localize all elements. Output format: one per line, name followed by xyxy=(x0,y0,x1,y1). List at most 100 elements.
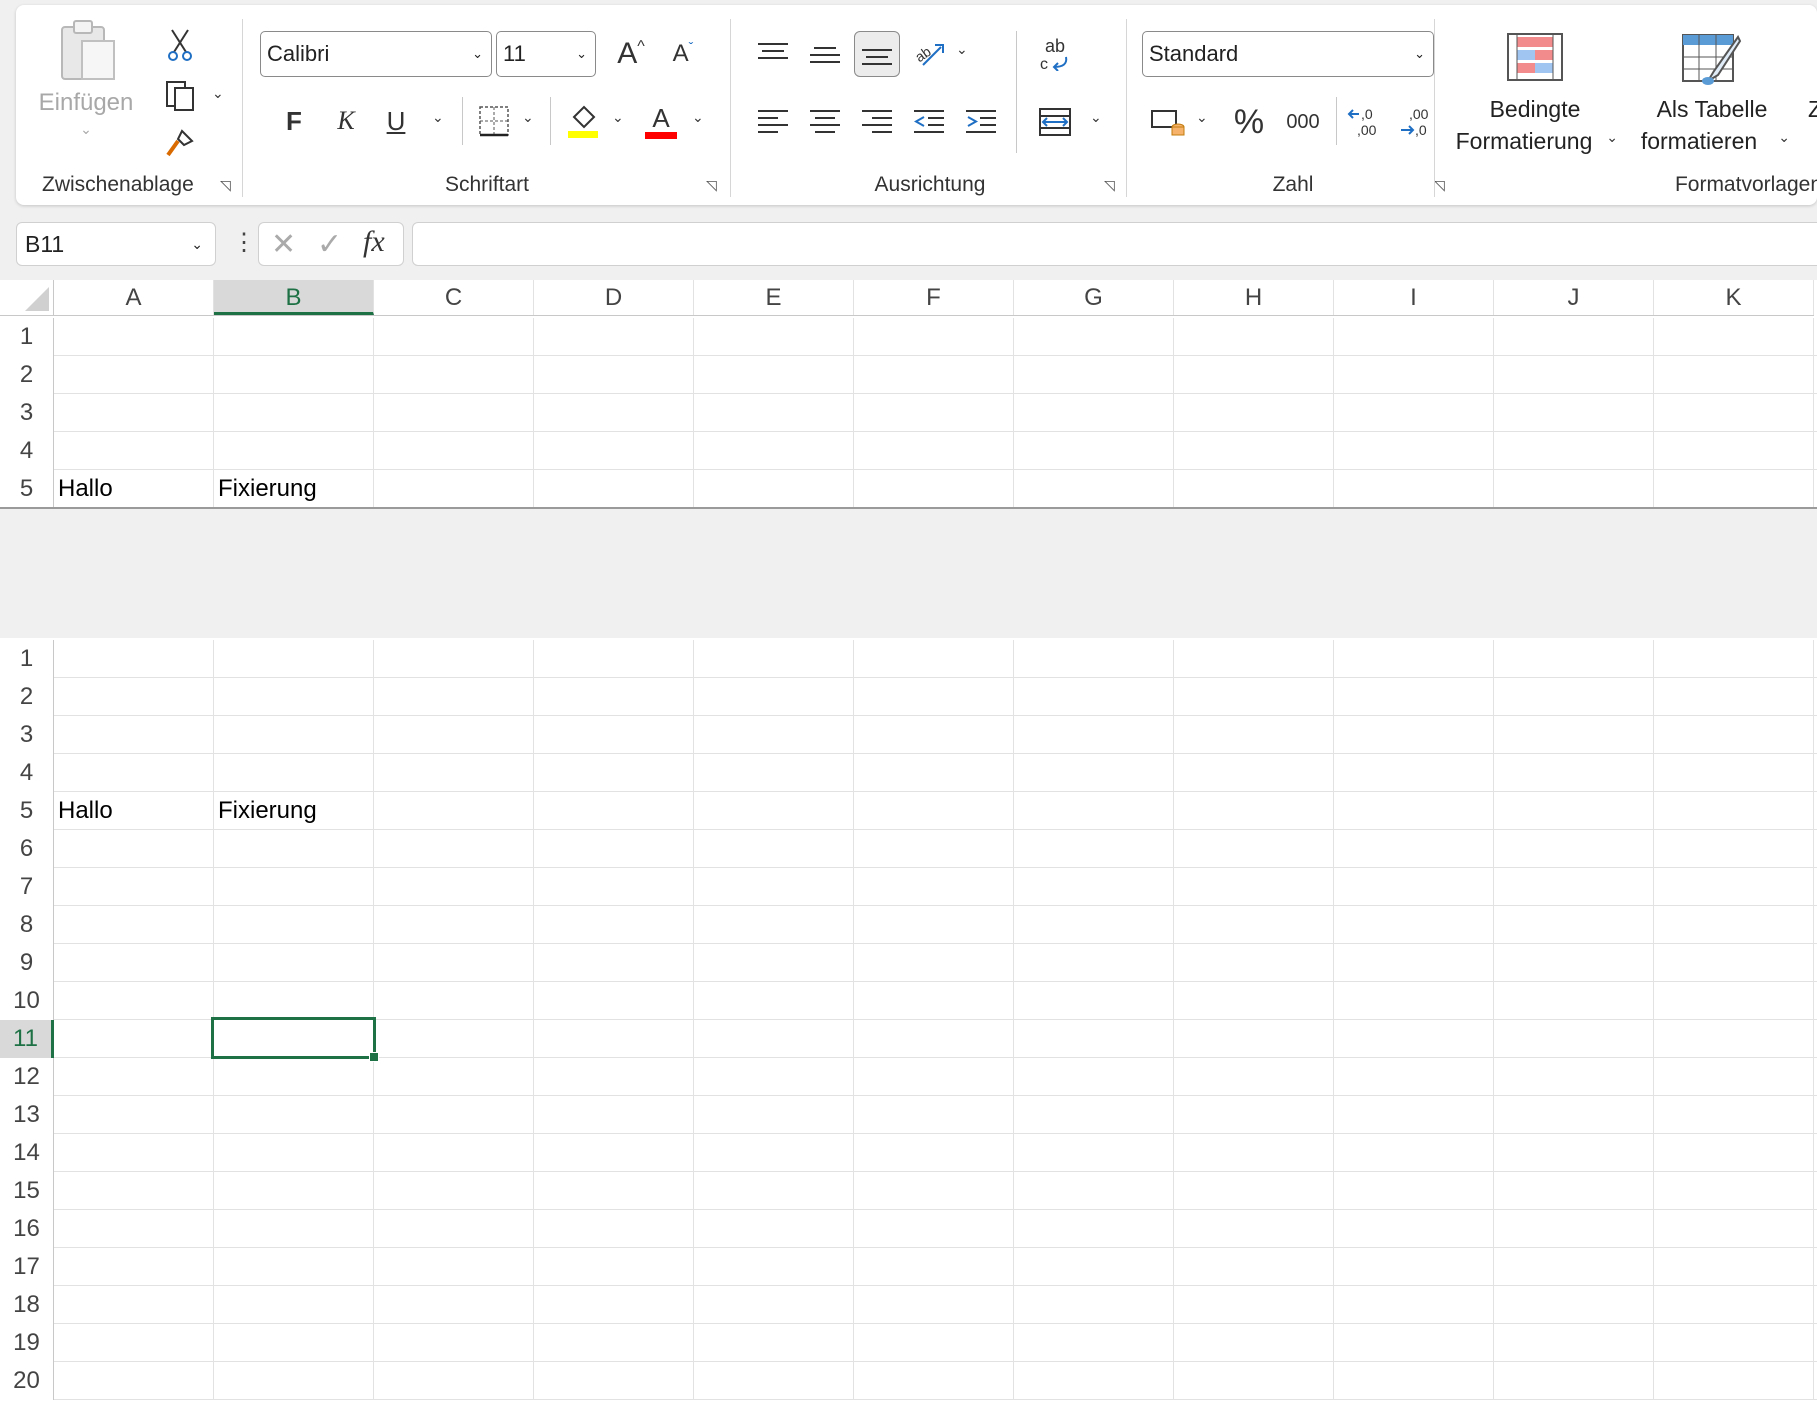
cell-c5[interactable] xyxy=(374,792,534,830)
paste-button[interactable]: Einfügen ⌄ xyxy=(36,19,136,159)
cell-b15[interactable] xyxy=(214,1172,374,1210)
cell-d14[interactable] xyxy=(534,1134,694,1172)
cell-g15[interactable] xyxy=(1014,1172,1174,1210)
cell-f5[interactable] xyxy=(854,470,1014,508)
cell-k14[interactable] xyxy=(1654,1134,1814,1172)
cell-a1[interactable] xyxy=(54,640,214,678)
insert-function-icon[interactable]: fx xyxy=(363,225,385,259)
align-bottom-button[interactable] xyxy=(854,31,900,77)
cell-h6[interactable] xyxy=(1174,830,1334,868)
cell-k6[interactable] xyxy=(1654,830,1814,868)
cell-g1[interactable] xyxy=(1014,640,1174,678)
cell-h5[interactable] xyxy=(1174,792,1334,830)
cell-a12[interactable] xyxy=(54,1058,214,1096)
cell-e17[interactable] xyxy=(694,1248,854,1286)
cell-a6[interactable] xyxy=(54,830,214,868)
cell-e13[interactable] xyxy=(694,1096,854,1134)
cell-j14[interactable] xyxy=(1494,1134,1654,1172)
align-center-button[interactable] xyxy=(802,99,848,145)
row-header-5[interactable]: 5 xyxy=(0,470,54,508)
cell-d17[interactable] xyxy=(534,1248,694,1286)
cell-k1[interactable] xyxy=(1654,640,1814,678)
cell-b4[interactable] xyxy=(214,432,374,470)
align-top-button[interactable] xyxy=(750,31,796,77)
cell-b1[interactable] xyxy=(214,640,374,678)
cell-c2[interactable] xyxy=(374,678,534,716)
cell-k8[interactable] xyxy=(1654,906,1814,944)
cell-b20[interactable] xyxy=(214,1362,374,1400)
cell-k10[interactable] xyxy=(1654,982,1814,1020)
cell-g8[interactable] xyxy=(1014,906,1174,944)
cell-b7[interactable] xyxy=(214,868,374,906)
cut-button[interactable] xyxy=(158,23,202,67)
align-left-button[interactable] xyxy=(750,99,796,145)
increase-decimal-button[interactable]: ,0,00 xyxy=(1342,99,1388,145)
cell-k9[interactable] xyxy=(1654,944,1814,982)
cell-j15[interactable] xyxy=(1494,1172,1654,1210)
cell-i8[interactable] xyxy=(1334,906,1494,944)
cell-a8[interactable] xyxy=(54,906,214,944)
column-header-i[interactable]: I xyxy=(1334,280,1494,315)
more-options-icon[interactable]: ⋮ xyxy=(232,228,256,257)
cell-b6[interactable] xyxy=(214,830,374,868)
cell-e18[interactable] xyxy=(694,1286,854,1324)
cell-e14[interactable] xyxy=(694,1134,854,1172)
increase-indent-button[interactable] xyxy=(958,99,1004,145)
enter-icon[interactable]: ✓ xyxy=(317,227,342,262)
cell-e9[interactable] xyxy=(694,944,854,982)
cell-j2[interactable] xyxy=(1494,356,1654,394)
cell-d8[interactable] xyxy=(534,906,694,944)
cell-i5[interactable] xyxy=(1334,470,1494,508)
cell-b19[interactable] xyxy=(214,1324,374,1362)
cell-k13[interactable] xyxy=(1654,1096,1814,1134)
cell-d4[interactable] xyxy=(534,432,694,470)
row-header-4[interactable]: 4 xyxy=(0,754,54,792)
cell-e6[interactable] xyxy=(694,830,854,868)
cell-d1[interactable] xyxy=(534,318,694,356)
merge-dropdown-chevron-icon[interactable]: ⌄ xyxy=(1090,109,1102,126)
cell-e4[interactable] xyxy=(694,432,854,470)
underline-dropdown-chevron-icon[interactable]: ⌄ xyxy=(432,109,444,126)
cell-g4[interactable] xyxy=(1014,754,1174,792)
cell-a3[interactable] xyxy=(54,394,214,432)
row-header-2[interactable]: 2 xyxy=(0,678,54,716)
cell-f3[interactable] xyxy=(854,716,1014,754)
cell-h18[interactable] xyxy=(1174,1286,1334,1324)
cell-g3[interactable] xyxy=(1014,394,1174,432)
cell-j1[interactable] xyxy=(1494,318,1654,356)
cell-c18[interactable] xyxy=(374,1286,534,1324)
cell-d4[interactable] xyxy=(534,754,694,792)
cell-h11[interactable] xyxy=(1174,1020,1334,1058)
conditional-formatting-button[interactable]: Bedingte Formatierung ⌄ xyxy=(1452,25,1618,165)
cell-g10[interactable] xyxy=(1014,982,1174,1020)
cell-f17[interactable] xyxy=(854,1248,1014,1286)
cell-k5[interactable] xyxy=(1654,470,1814,508)
cell-f13[interactable] xyxy=(854,1096,1014,1134)
cell-d10[interactable] xyxy=(534,982,694,1020)
cell-a17[interactable] xyxy=(54,1248,214,1286)
dialog-launcher-icon[interactable]: ◹ xyxy=(220,177,236,193)
orientation-dropdown-chevron-icon[interactable]: ⌄ xyxy=(956,41,968,58)
cell-d5[interactable] xyxy=(534,792,694,830)
cell-d3[interactable] xyxy=(534,394,694,432)
cell-c1[interactable] xyxy=(374,640,534,678)
cell-a13[interactable] xyxy=(54,1096,214,1134)
grow-font-button[interactable]: A ^ xyxy=(608,31,654,77)
cell-c14[interactable] xyxy=(374,1134,534,1172)
cell-h20[interactable] xyxy=(1174,1362,1334,1400)
cell-k20[interactable] xyxy=(1654,1362,1814,1400)
cell-f6[interactable] xyxy=(854,830,1014,868)
cell-d19[interactable] xyxy=(534,1324,694,1362)
cell-c8[interactable] xyxy=(374,906,534,944)
borders-button[interactable] xyxy=(472,99,516,143)
cell-a3[interactable] xyxy=(54,716,214,754)
cell-g12[interactable] xyxy=(1014,1058,1174,1096)
cell-b1[interactable] xyxy=(214,318,374,356)
cell-f3[interactable] xyxy=(854,394,1014,432)
row-header-2[interactable]: 2 xyxy=(0,356,54,394)
cell-k19[interactable] xyxy=(1654,1324,1814,1362)
column-header-b[interactable]: B xyxy=(214,280,374,315)
cell-i20[interactable] xyxy=(1334,1362,1494,1400)
cell-a5[interactable]: Hallo xyxy=(54,470,214,508)
cell-c7[interactable] xyxy=(374,868,534,906)
